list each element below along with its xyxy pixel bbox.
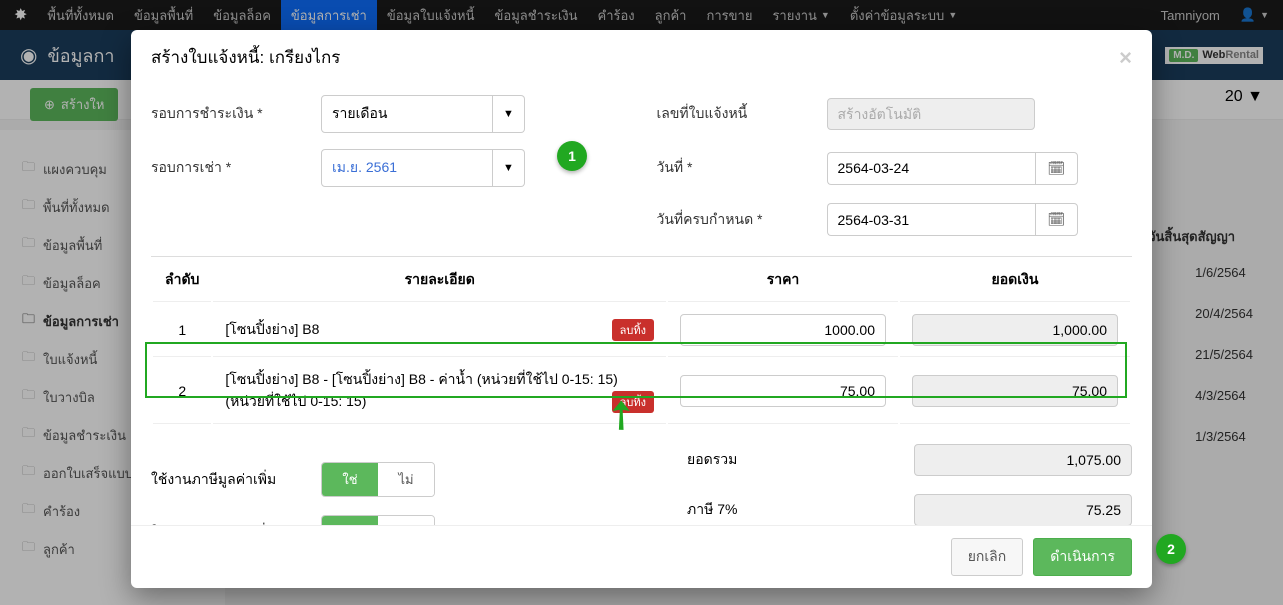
subtotal-label: ยอดรวม [687,449,914,471]
toggle-opt-yes[interactable]: ใช่ [322,463,378,496]
create-invoice-modal: สร้างใบแจ้งหนี้: เกรียงไกร × รอบการชำระเ… [131,30,1152,588]
annotation-marker-2: 2 [1156,534,1186,564]
line-items-table: ลำดับ รายละเอียด ราคา ยอดเงิน 1 [โซนปิ้ง… [151,256,1132,426]
pay-cycle-label: รอบการชำระเงิน * [151,103,321,125]
vat-label: ใช้งานภาษีมูลค่าเพิ่ม [151,469,321,491]
rent-cycle-label: รอบการเช่า * [151,157,321,179]
th-no: ลำดับ [153,259,211,302]
due-date-label: วันที่ครบกำหนด * [657,209,827,231]
vat-amount-label: ภาษี 7% [687,499,914,521]
row-desc: [โซนปิ้งย่าง] B8 ลบทิ้ง [213,304,666,357]
subtotal-value [914,444,1132,476]
subtotal-row: ยอดรวม [687,444,1132,476]
th-desc: รายละเอียด [213,259,666,302]
invoice-no-label: เลขที่ใบแจ้งหนี้ [657,103,827,125]
table-row: 1 [โซนปิ้งย่าง] B8 ลบทิ้ง [153,304,1130,357]
desc-text: [โซนปิ้งย่าง] B8 [225,321,319,337]
annotation-marker-1: 1 [557,141,587,171]
toggle-opt-no[interactable]: ไม่ [378,463,434,496]
rent-cycle-select[interactable]: เม.ย. 2561 ▼ [321,149,525,187]
pay-cycle-select[interactable]: รายเดือน ▼ [321,95,525,133]
proceed-label: ดำเนินการ [1050,548,1115,564]
marker-label: 2 [1167,541,1175,557]
wht-toggle-row: ใช้งานภาษีหัก ณ ที่จ่าย ใช่ ไม่ [151,515,635,525]
proceed-button[interactable]: ดำเนินการ [1033,538,1132,576]
modal-title: สร้างใบแจ้งหนี้: เกรียงไกร [151,44,340,71]
date-label: วันที่ * [657,157,827,179]
price-input[interactable] [680,314,886,346]
total-output [912,314,1118,346]
date-input[interactable] [827,152,1035,185]
wht-toggle[interactable]: ใช่ ไม่ [321,515,435,525]
modal-footer: ยกเลิก ดำเนินการ [131,525,1152,588]
total-output [912,375,1118,407]
row-no: 1 [153,304,211,357]
calendar-icon[interactable]: 🗓 [1035,203,1079,236]
desc-text: [โซนปิ้งย่าง] B8 - [โซนปิ้งย่าง] B8 - ค่… [225,371,617,409]
modal-scroll-area[interactable]: รอบการชำระเงิน * รายเดือน ▼ เลขที่ใบแจ้ง… [131,85,1152,525]
th-total: ยอดเงิน [900,259,1130,302]
vat-row: ภาษี 7% [687,494,1132,525]
due-date-input[interactable] [827,203,1035,236]
price-input[interactable] [680,375,886,407]
cancel-label: ยกเลิก [968,548,1007,564]
row-no: 2 [153,359,211,424]
invoice-no-input [827,98,1035,130]
chevron-down-icon: ▼ [493,149,525,187]
vat-toggle[interactable]: ใช่ ไม่ [321,462,435,497]
th-price: ราคา [668,259,898,302]
vat-amount-value [914,494,1132,525]
toggle-opt-yes[interactable]: ใช่ [322,516,378,525]
marker-label: 1 [568,148,576,164]
rent-cycle-value: เม.ย. 2561 [321,149,493,187]
calendar-icon[interactable]: 🗓 [1035,152,1079,185]
vat-toggle-row: ใช้งานภาษีมูลค่าเพิ่ม ใช่ ไม่ [151,462,635,497]
close-button[interactable]: × [1119,45,1132,71]
toggle-opt-no[interactable]: ไม่ [378,516,434,525]
pay-cycle-value: รายเดือน [321,95,493,133]
chevron-down-icon: ▼ [493,95,525,133]
modal-header: สร้างใบแจ้งหนี้: เกรียงไกร × [131,30,1152,85]
delete-button[interactable]: ลบทิ้ง [612,319,654,341]
cancel-button[interactable]: ยกเลิก [951,538,1024,576]
